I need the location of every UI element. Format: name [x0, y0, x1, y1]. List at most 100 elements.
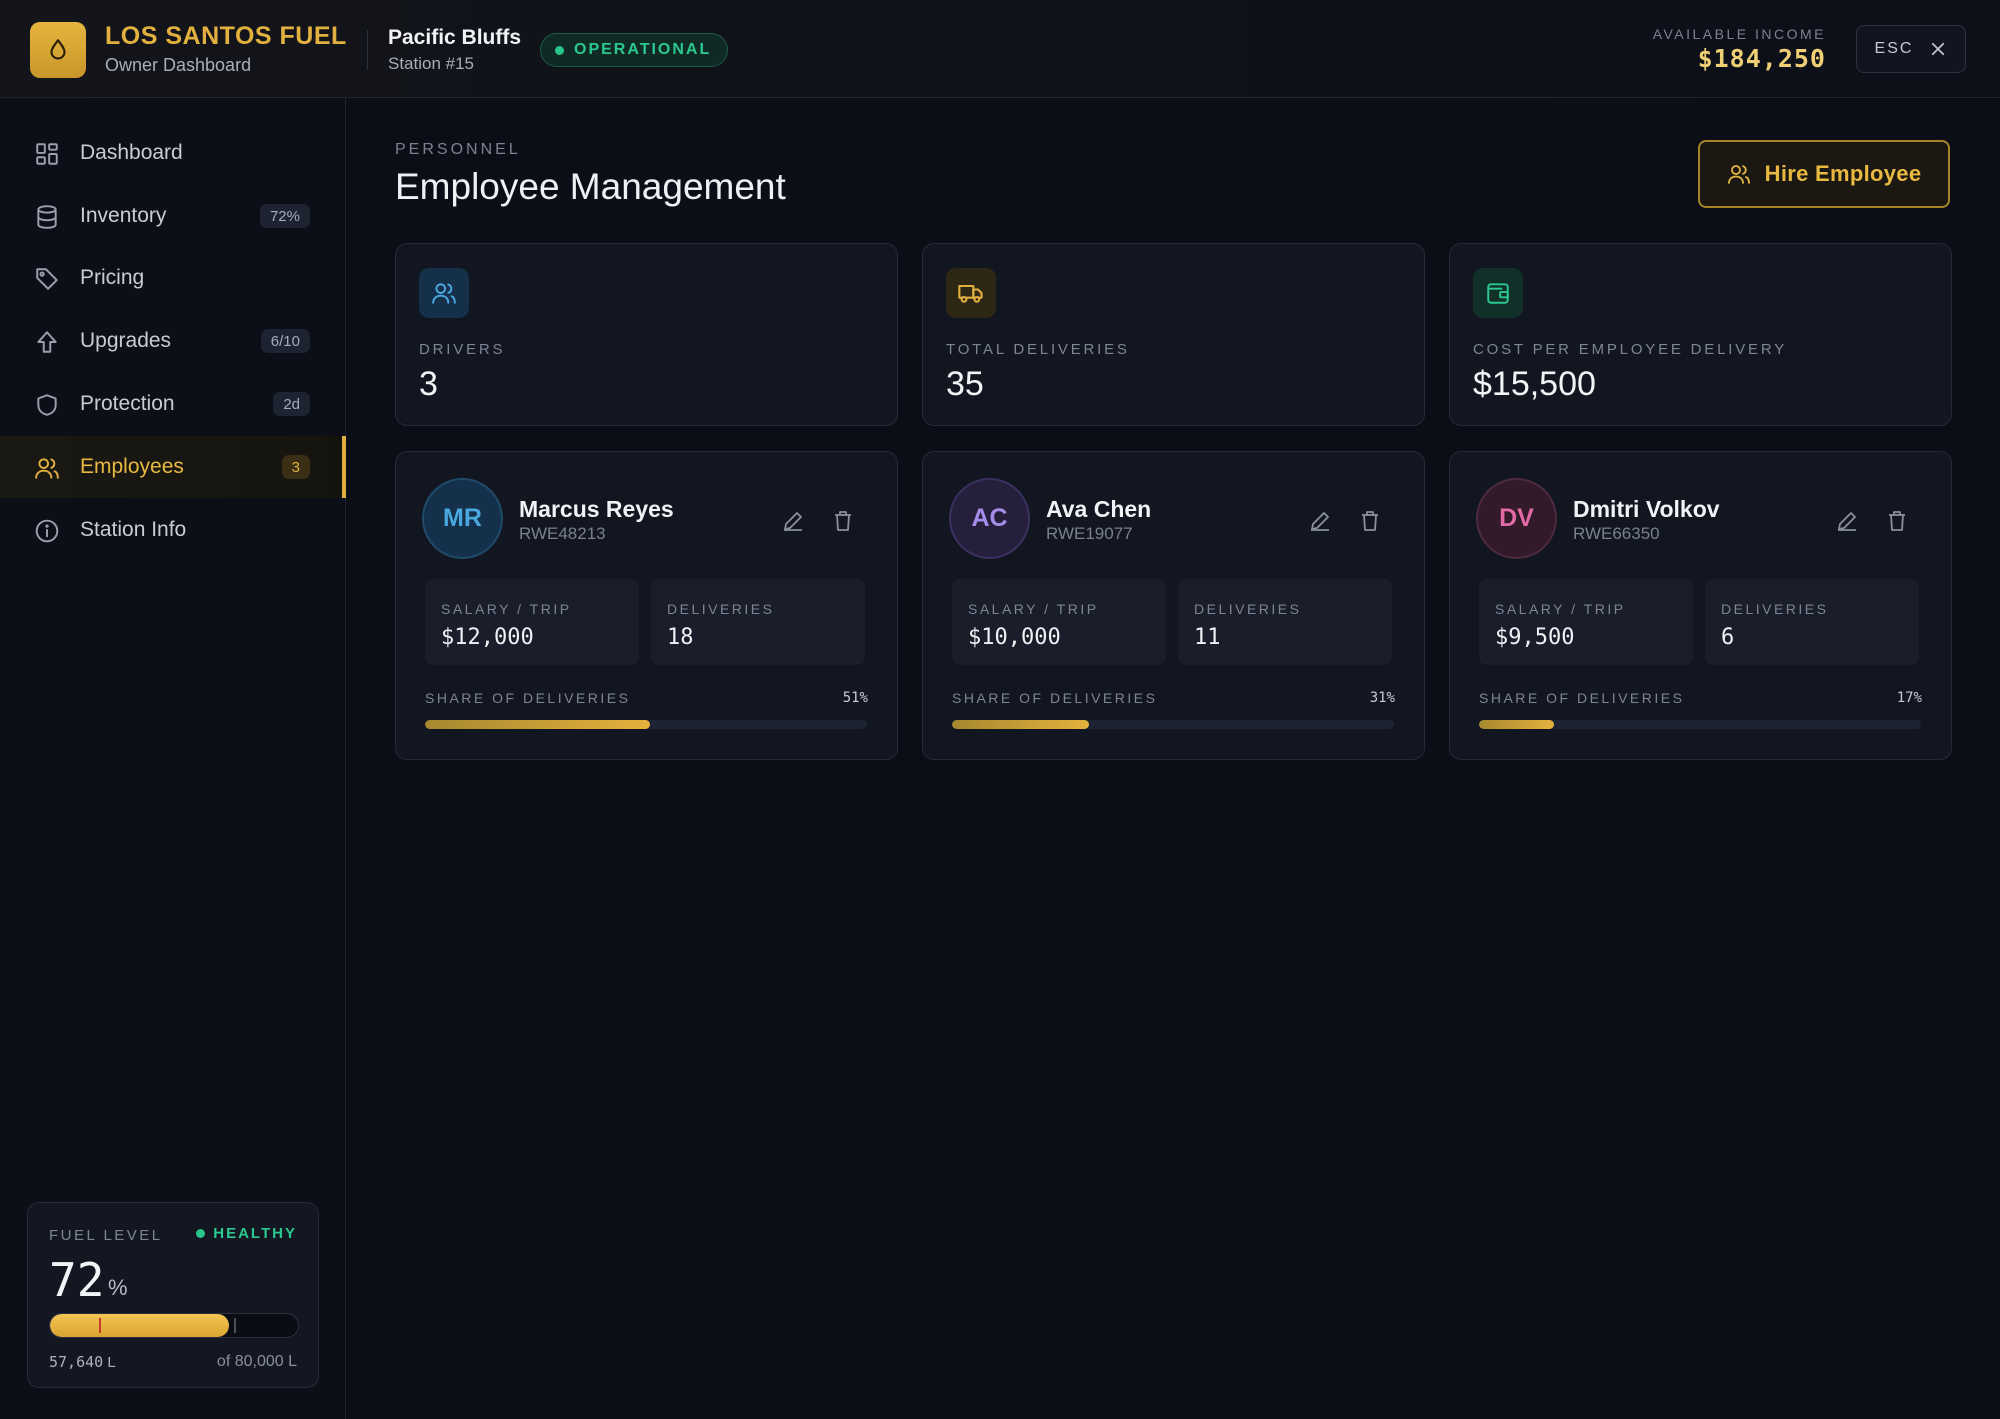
avatar: AC — [949, 478, 1030, 559]
fuel-level-card: FUEL LEVEL HEALTHY 72 % 57,640 L of 80,0… — [27, 1202, 319, 1388]
deliveries-value: 11 — [1194, 625, 1221, 650]
esc-label: ESC — [1874, 40, 1914, 57]
share-bar-fill — [425, 720, 651, 729]
trash-icon[interactable] — [1358, 509, 1382, 533]
fuel-capacity: of 80,000 L — [216, 1353, 297, 1370]
salary-value: $12,000 — [441, 625, 534, 650]
employee-id: RWE48213 — [519, 524, 606, 543]
share-label: SHARE OF DELIVERIES — [425, 690, 631, 706]
deliveries-box: DELIVERIES 18 — [651, 579, 865, 665]
salary-value: $9,500 — [1495, 625, 1575, 650]
salary-label: SALARY / TRIP — [968, 601, 1099, 617]
sidebar-item-badge: 72% — [259, 204, 310, 228]
trash-icon[interactable] — [1885, 509, 1909, 533]
share-label: SHARE OF DELIVERIES — [952, 690, 1158, 706]
stat-card-cost-per-delivery: COST PER EMPLOYEE DELIVERY $15,500 — [1449, 243, 1952, 426]
share-percent: 51% — [842, 690, 868, 706]
share-percent: 17% — [1896, 690, 1922, 706]
sidebar-item-dashboard[interactable]: Dashboard — [0, 122, 346, 184]
share-bar — [1479, 720, 1921, 729]
sidebar-item-pricing[interactable]: Pricing — [0, 247, 346, 309]
fuel-level-fill — [50, 1314, 229, 1337]
fuel-current-unit: L — [107, 1354, 116, 1371]
sidebar-item-station-info[interactable]: Station Info — [0, 499, 346, 561]
arrow-up-icon — [37, 331, 57, 353]
tag-icon — [36, 268, 58, 290]
fuel-percent-unit: % — [108, 1275, 128, 1300]
deliveries-value: 6 — [1721, 625, 1735, 650]
edit-pencil-icon[interactable] — [781, 509, 805, 533]
deliveries-label: DELIVERIES — [1194, 601, 1302, 617]
sidebar-item-protection[interactable]: Protection 2d — [0, 373, 346, 435]
stat-icon-tile — [419, 268, 469, 318]
salary-label: SALARY / TRIP — [441, 601, 572, 617]
share-bar-fill — [952, 720, 1090, 729]
high-threshold-marker — [234, 1318, 236, 1333]
avatar: DV — [1476, 478, 1557, 559]
droplet-icon — [50, 39, 66, 60]
brand: LOS SANTOS FUEL Owner Dashboard — [105, 22, 347, 76]
hire-employee-label: Hire Employee — [1764, 161, 1922, 186]
sidebar-item-label: Employees — [80, 455, 184, 478]
header-divider — [367, 30, 368, 70]
sidebar-item-upgrades[interactable]: Upgrades 6/10 — [0, 310, 346, 372]
stat-label: DRIVERS — [419, 341, 506, 358]
employee-id: RWE19077 — [1046, 524, 1133, 543]
wallet-icon — [1487, 283, 1509, 304]
salary-box: SALARY / TRIP $10,000 — [952, 579, 1166, 665]
users-icon — [35, 458, 59, 479]
page-title: Employee Management — [395, 166, 786, 207]
close-icon — [1932, 42, 1945, 56]
section-eyebrow: PERSONNEL — [395, 141, 521, 158]
sidebar-item-badge: 6/10 — [260, 329, 310, 353]
share-bar — [425, 720, 867, 729]
share-bar — [952, 720, 1394, 729]
edit-pencil-icon[interactable] — [1308, 509, 1332, 533]
low-threshold-marker — [99, 1318, 101, 1333]
salary-box: SALARY / TRIP $9,500 — [1479, 579, 1693, 665]
trash-icon[interactable] — [831, 509, 855, 533]
sidebar-item-badge: 3 — [281, 455, 310, 479]
fuel-status-badge: HEALTHY — [196, 1225, 297, 1242]
stat-value: 3 — [419, 365, 438, 403]
stat-value: 35 — [946, 365, 984, 403]
stat-card-total-deliveries: TOTAL DELIVERIES 35 — [922, 243, 1425, 426]
fuel-level-label: FUEL LEVEL — [49, 1227, 163, 1244]
shield-icon — [37, 394, 57, 416]
employee-name: Dmitri Volkov — [1573, 496, 1720, 522]
employee-card: AC Ava Chen RWE19077 SALARY / TRIP $10,0… — [922, 451, 1425, 760]
top-bar: LOS SANTOS FUEL Owner Dashboard Pacific … — [0, 0, 2000, 98]
employee-card: DV Dmitri Volkov RWE66350 SALARY / TRIP … — [1449, 451, 1952, 760]
close-button[interactable]: ESC — [1856, 25, 1966, 73]
sidebar-item-label: Protection — [80, 392, 175, 415]
salary-box: SALARY / TRIP $12,000 — [425, 579, 639, 665]
users-icon — [432, 283, 456, 304]
fuel-current: 57,640 L — [49, 1353, 116, 1371]
users-icon — [1727, 165, 1750, 184]
sidebar-item-inventory[interactable]: Inventory 72% — [0, 185, 346, 247]
share-percent: 31% — [1369, 690, 1395, 706]
brand-title: LOS SANTOS FUEL — [105, 22, 347, 50]
status-dot-icon — [196, 1229, 206, 1238]
sidebar-item-employees[interactable]: Employees 3 — [0, 436, 346, 498]
employee-name: Marcus Reyes — [519, 496, 674, 522]
fuel-status-text: HEALTHY — [213, 1225, 297, 1242]
hire-employee-button[interactable]: Hire Employee — [1698, 140, 1950, 208]
fuel-level-bar — [49, 1313, 299, 1338]
edit-pencil-icon[interactable] — [1835, 509, 1859, 533]
info-icon — [35, 519, 59, 543]
database-icon — [37, 205, 57, 229]
brand-subtitle: Owner Dashboard — [105, 55, 252, 75]
station-info: Pacific Bluffs Station #15 — [388, 26, 521, 74]
sidebar-item-badge: 2d — [273, 392, 310, 416]
employee-card: MR Marcus Reyes RWE48213 SALARY / TRIP $… — [395, 451, 898, 760]
deliveries-label: DELIVERIES — [667, 601, 775, 617]
stat-card-drivers: DRIVERS 3 — [395, 243, 898, 426]
deliveries-value: 18 — [667, 625, 694, 650]
salary-label: SALARY / TRIP — [1495, 601, 1626, 617]
income-label: AVAILABLE INCOME — [1652, 26, 1826, 42]
salary-value: $10,000 — [968, 625, 1061, 650]
available-income: AVAILABLE INCOME $184,250 — [1653, 26, 1826, 73]
fuel-drop-logo — [30, 22, 86, 78]
stat-icon-tile — [946, 268, 996, 318]
